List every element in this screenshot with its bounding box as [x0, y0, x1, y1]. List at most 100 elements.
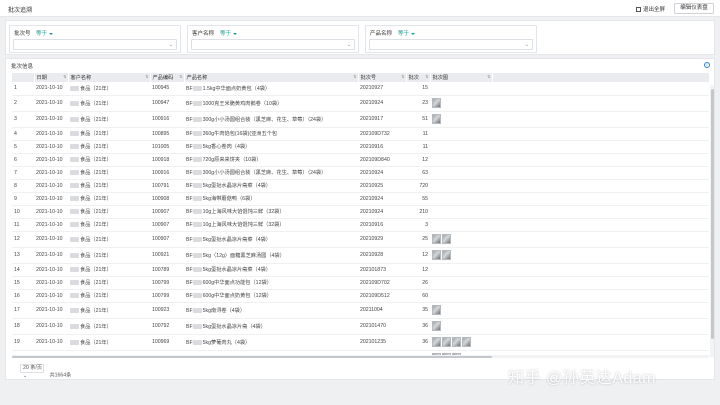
column-header[interactable]: 批次号 ⇅ [358, 73, 407, 82]
table-cell: BF 10g上海风味大馅馄饨三鲜（32袋） [184, 205, 358, 219]
edit-dashboard-button[interactable]: 编辑仪表盘 [674, 3, 714, 14]
table-cell: 食品（21年） [68, 82, 150, 96]
table-cell: 6 [12, 153, 34, 167]
table-row[interactable]: 8 2021-10-10 食品（21年） 100791 BF 5kg蛋挞水晶凉片斋菜（4袋… [12, 179, 709, 193]
table-row[interactable]: 6 2021-10-10 食品（21年） 100918 BF 720g原来来饼夹（10袋）… [12, 153, 709, 167]
column-header[interactable]: 日期 ⇅ [34, 73, 69, 82]
table-cell: 63 [406, 166, 430, 180]
batch-image-thumbnail[interactable] [442, 234, 451, 244]
table-cell [430, 205, 492, 219]
table-cell-filler [492, 276, 709, 290]
table-row[interactable]: 11 2021-10-10 食品（21年） 100907 BF 10g上海风味大馅馄饨三鲜… [12, 218, 709, 232]
table-cell [430, 82, 492, 96]
table-row[interactable]: 17 2021-10-10 食品（21年） 100923 BF 5kg南浔卷（4袋） 202… [12, 302, 709, 319]
table-row[interactable]: 13 2021-10-10 食品（21年） 100921 BF 5kg（12g）面糖黑芝麻… [12, 247, 709, 264]
customer-name: 食品（21年） [80, 183, 112, 189]
table-row[interactable]: 12 2021-10-10 食品（21年） 100907 BF 5kg蛋挞水晶凉片斋菜（4… [12, 231, 709, 248]
column-header[interactable]: 批次 ⇅ [406, 73, 431, 82]
filter-operator-dropdown[interactable]: 等于 [220, 29, 237, 37]
table-cell: 食品（21年） [68, 179, 150, 193]
batch-image-thumbnail[interactable] [432, 250, 441, 260]
table-cell: 202109D702 [358, 276, 406, 290]
column-header-label: 产品名称 [186, 75, 208, 81]
table-cell: 20211004 [358, 302, 406, 319]
table-cell: 食品（21年） [68, 334, 150, 351]
table-cell: 36 [406, 318, 430, 335]
redacted-block [70, 209, 79, 214]
filter-operator-dropdown[interactable]: 等于 [36, 29, 53, 37]
table-row[interactable]: 16 2021-10-10 食品（21年） 100799 BF 600g中华面点奶黄包（1… [12, 289, 709, 303]
scrollbar-thumb[interactable] [12, 355, 492, 358]
table-cell: 2021-10-10 [34, 153, 68, 167]
product-prefix: BF [186, 293, 193, 299]
column-header[interactable]: 产品名称 ⇅ [184, 73, 359, 82]
table-cell: 202109D840 [358, 153, 406, 167]
column-header-label: 日期 [36, 75, 47, 81]
table-row[interactable]: 1 2021-10-10 食品（21年） 100945 BF 1.5kg中华面点奶黄包（4… [12, 82, 709, 96]
table-row[interactable]: 10 2021-10-10 食品（21年） 100907 BF 10g上海风味大馅馄饨三鲜… [12, 205, 709, 219]
redacted-block [70, 157, 79, 162]
table-cell-filler [492, 127, 709, 141]
batch-image-thumbnail[interactable] [462, 337, 471, 347]
product-name: 10g上海风味大馅馄饨三鲜（32袋） [202, 222, 285, 228]
table-row[interactable]: 18 2021-10-10 食品（21年） 100792 BF 5kg蛋挞水晶凉片斋（4袋… [12, 318, 709, 335]
column-header[interactable]: 客户名称 ⇅ [68, 73, 151, 82]
table-cell: BF 5kg蛋挞水晶凉片斋菜（4袋） [184, 231, 358, 248]
filter-value-select[interactable]: ⌄ [13, 39, 177, 50]
customer-name: 食品（21年） [80, 131, 112, 137]
exit-fullscreen-button[interactable]: 退出全屏 [636, 5, 665, 13]
redacted-block [70, 144, 79, 149]
product-prefix: BF [186, 280, 193, 286]
info-icon[interactable]: i [704, 62, 710, 68]
filter-operator-label: 等于 [398, 31, 410, 37]
vertical-scrollbar[interactable] [710, 85, 714, 357]
table-cell-filler [492, 247, 709, 264]
customer-name: 食品（21年） [80, 209, 112, 215]
table-cell-filler [492, 111, 709, 128]
filter-value-select[interactable]: ⌄ [191, 39, 355, 50]
filter-operator-dropdown[interactable]: 等于 [398, 29, 415, 37]
watermark: 知乎 @孙英达Adam [508, 370, 656, 387]
customer-name: 食品（21年） [80, 157, 112, 163]
table-row[interactable]: 3 2021-10-10 食品（21年） 100916 BF 300g小小汤圆组合装（黑芝… [12, 111, 709, 128]
batch-image-thumbnail[interactable] [432, 305, 441, 315]
page-size-select[interactable]: 20 条/页 ⌄ [20, 364, 44, 379]
column-header[interactable]: 批次图 ⇅ [430, 73, 493, 82]
batch-image-thumbnail[interactable] [452, 337, 461, 347]
table-cell: 13 [12, 247, 34, 264]
table-cell: BF 5kg（12g）面糖黑芝麻汤圆（4袋） [184, 247, 358, 264]
table-row[interactable]: 19 2021-10-10 食品（21年） 100969 BF 5kg萝葡肉丸（4袋） 20… [12, 334, 709, 351]
table-row[interactable]: 14 2021-10-10 食品（21年） 100789 BF 5kg蛋挞水晶凉片斋菜（4… [12, 263, 709, 277]
table-cell [430, 289, 492, 303]
column-header[interactable]: 产品编码 ⇅ [150, 73, 185, 82]
table-cell: 100947 [150, 95, 184, 112]
batch-image-thumbnail[interactable] [432, 98, 441, 108]
table-cell: 食品（21年） [68, 111, 150, 128]
batch-image-thumbnail[interactable] [442, 250, 451, 260]
table-cell: 18 [12, 318, 34, 335]
batch-image-thumbnail[interactable] [432, 234, 441, 244]
batch-image-thumbnail[interactable] [432, 114, 441, 124]
table-cell: 食品（21年） [68, 166, 150, 180]
scrollbar-thumb[interactable] [710, 89, 714, 339]
horizontal-scrollbar[interactable] [12, 355, 709, 358]
table-cell: 7 [12, 166, 34, 180]
table-row[interactable]: 2 2021-10-10 食品（21年） 100947 BF 1000克王米脆黄鸡肉鹅卷（… [12, 95, 709, 112]
batch-image-thumbnail[interactable] [442, 337, 451, 347]
table-row[interactable]: 4 2021-10-10 食品（21年） 100895 BF 360g牛肉馅包(16袋)(… [12, 127, 709, 141]
table-row[interactable]: 5 2021-10-10 食品（21年） 101005 BF 5kg香心卷肉（4袋） 202… [12, 140, 709, 154]
table-cell: BF 5kg香心卷肉（4袋） [184, 140, 358, 154]
table-cell: 12 [12, 231, 34, 248]
filter-value-select[interactable]: ⌄ [369, 39, 533, 50]
table-row[interactable]: 9 2021-10-10 食品（21年） 100908 BF 5kg海带蘑菇鸭（6袋） 20… [12, 192, 709, 206]
table-row[interactable]: 15 2021-10-10 食品（21年） 100799 BF 600g中华面点功能包（1… [12, 276, 709, 290]
table-cell: 202101470 [358, 318, 406, 335]
batch-image-thumbnail[interactable] [432, 337, 441, 347]
table-cell-filler [492, 205, 709, 219]
table-cell: 8 [12, 179, 34, 193]
table-row[interactable]: 7 2021-10-10 食品（21年） 100916 BF 300g小小汤圆组合装（黑芝… [12, 166, 709, 180]
table-cell [430, 192, 492, 206]
batch-image-thumbnail[interactable] [432, 321, 441, 331]
table-cell: 食品（21年） [68, 127, 150, 141]
product-prefix: BF [186, 183, 193, 189]
